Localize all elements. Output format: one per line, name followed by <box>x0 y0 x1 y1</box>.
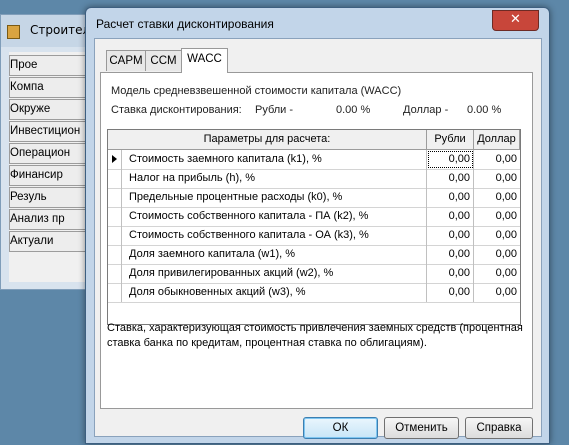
nav-button-company[interactable]: Компа <box>9 77 91 98</box>
close-icon: ✕ <box>510 12 521 27</box>
row-indicator <box>108 150 122 169</box>
rate-label: Ставка дисконтирования: <box>111 104 242 116</box>
usd-value-cell[interactable]: 0,00 <box>474 264 520 283</box>
usd-value-cell[interactable]: 0,00 <box>474 207 520 226</box>
parameters-grid: Параметры для расчета: Рубли Доллар Стои… <box>107 129 521 325</box>
rub-rate-value: 0.00 % <box>336 104 371 116</box>
app-icon <box>7 25 20 39</box>
param-name: Доля заемного капитала (w1), % <box>122 245 427 264</box>
table-row[interactable]: Налог на прибыль (h), % 0,00 0,00 <box>108 169 520 189</box>
row-indicator <box>108 169 122 188</box>
grid-header: Параметры для расчета: Рубли Доллар <box>108 130 520 150</box>
usd-rate-value: 0.00 % <box>467 104 502 116</box>
param-name: Налог на прибыль (h), % <box>122 169 427 188</box>
rub-value-cell[interactable]: 0,00 <box>427 150 474 169</box>
row-indicator <box>108 226 122 245</box>
usd-value-cell[interactable]: 0,00 <box>474 169 520 188</box>
param-name: Стоимость собственного капитала - ПА (k2… <box>122 207 427 226</box>
usd-value-cell[interactable]: 0,00 <box>474 188 520 207</box>
current-row-arrow-icon <box>112 155 117 163</box>
cancel-button[interactable]: Отменить <box>384 417 459 439</box>
nav-button-analysis[interactable]: Анализ пр <box>9 209 91 230</box>
table-row[interactable]: Доля заемного капитала (w1), % 0,00 0,00 <box>108 245 520 265</box>
table-row[interactable]: Стоимость собственного капитала - ОА (k3… <box>108 226 520 246</box>
row-indicator <box>108 188 122 207</box>
usd-value-cell[interactable]: 0,00 <box>474 150 520 169</box>
table-row[interactable]: Стоимость собственного капитала - ПА (k2… <box>108 207 520 227</box>
nav-button-environment[interactable]: Окруже <box>9 99 91 120</box>
param-name: Доля привилегированных акций (w2), % <box>122 264 427 283</box>
param-name: Стоимость заемного капитала (k1), % <box>122 150 427 169</box>
table-row[interactable]: Стоимость заемного капитала (k1), % 0,00… <box>108 150 520 170</box>
param-name: Предельные процентные расходы (k0), % <box>122 188 427 207</box>
table-row[interactable]: Предельные процентные расходы (k0), % 0,… <box>108 188 520 208</box>
param-name: Стоимость собственного капитала - ОА (k3… <box>122 226 427 245</box>
rub-value-cell[interactable]: 0,00 <box>427 207 474 226</box>
nav-button-actualization[interactable]: Актуали <box>9 231 91 252</box>
ok-button[interactable]: ОК <box>303 417 378 439</box>
usd-value-cell[interactable]: 0,00 <box>474 245 520 264</box>
row-indicator <box>108 207 122 226</box>
tab-wacc[interactable]: WACC <box>181 48 228 73</box>
table-row[interactable]: Доля обыкновенных акций (w3), % 0,00 0,0… <box>108 283 520 303</box>
rub-value-cell[interactable]: 0,00 <box>427 264 474 283</box>
discount-rate-dialog: Расчет ставки дисконтирования ✕ CAPM CCM… <box>85 7 550 444</box>
rub-value-cell[interactable]: 0,00 <box>427 226 474 245</box>
row-indicator <box>108 245 122 264</box>
close-button[interactable]: ✕ <box>492 10 539 31</box>
tab-ccm[interactable]: CCM <box>145 50 182 71</box>
param-name: Доля обыкновенных акций (w3), % <box>122 283 427 302</box>
usd-value-cell[interactable]: 0,00 <box>474 226 520 245</box>
nav-button-project[interactable]: Прое <box>9 55 91 76</box>
row-indicator <box>108 264 122 283</box>
wacc-panel: Модель средневзвешенной стоимости капита… <box>100 72 533 409</box>
rub-value-cell[interactable]: 0,00 <box>427 283 474 302</box>
header-parameters[interactable]: Параметры для расчета: <box>108 130 427 149</box>
tab-capm[interactable]: CAPM <box>106 50 146 71</box>
parameter-description: Ставка, характеризующая стоимость привле… <box>107 322 523 349</box>
header-rub[interactable]: Рубли <box>427 130 474 149</box>
table-row[interactable]: Доля привилегированных акций (w2), % 0,0… <box>108 264 520 284</box>
model-title: Модель средневзвешенной стоимости капита… <box>111 85 402 97</box>
nav-button-operational[interactable]: Операцион <box>9 143 91 164</box>
dialog-client-area: CAPM CCM WACC Модель средневзвешенной ст… <box>94 38 542 439</box>
rub-value-cell[interactable]: 0,00 <box>427 169 474 188</box>
nav-button-results[interactable]: Резуль <box>9 187 91 208</box>
rub-value-cell[interactable]: 0,00 <box>427 245 474 264</box>
row-indicator <box>108 283 122 302</box>
nav-button-financing[interactable]: Финансир <box>9 165 91 186</box>
nav-button-investment[interactable]: Инвестицион <box>9 121 91 142</box>
rub-value-cell[interactable]: 0,00 <box>427 188 474 207</box>
usd-rate-label: Доллар - <box>403 104 449 116</box>
usd-value-cell[interactable]: 0,00 <box>474 283 520 302</box>
help-button[interactable]: Справка <box>465 417 533 439</box>
rub-rate-label: Рубли - <box>255 104 294 116</box>
dialog-title: Расчет ставки дисконтирования <box>96 17 274 31</box>
header-usd[interactable]: Доллар <box>474 130 520 149</box>
